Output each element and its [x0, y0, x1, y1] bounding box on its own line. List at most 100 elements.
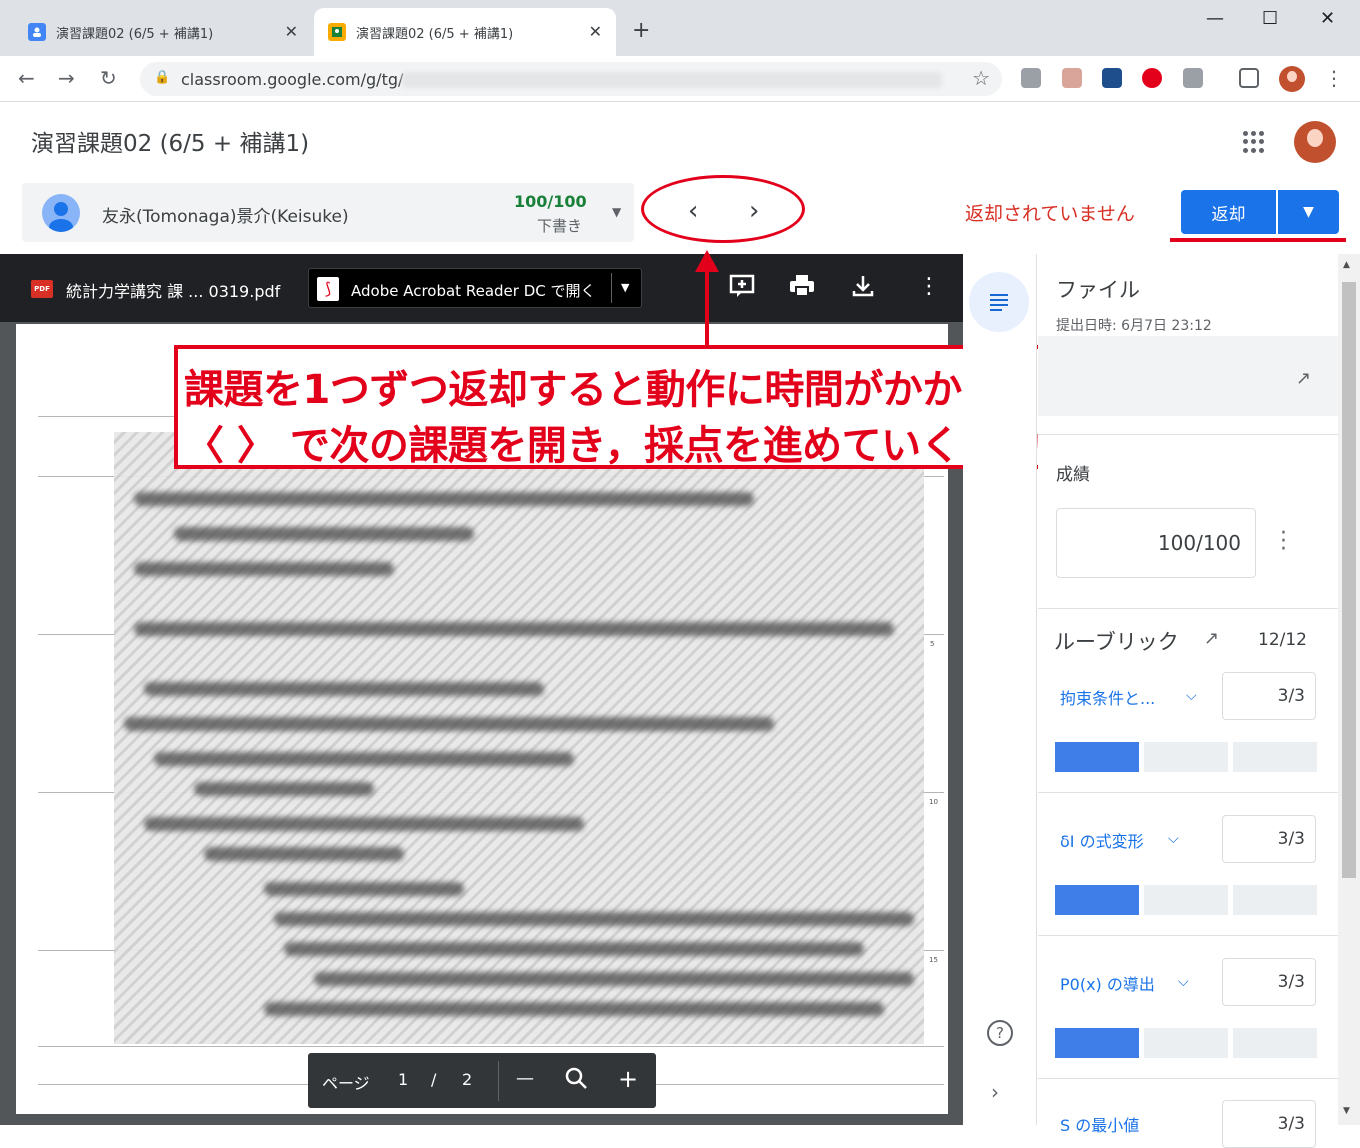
rubric-level[interactable] [1055, 1028, 1139, 1058]
chrome-menu-icon[interactable]: ⋮ [1324, 66, 1344, 90]
criterion-score[interactable]: 3/3 [1222, 672, 1316, 720]
url-text: classroom.google.com/g/tg/ [181, 70, 404, 89]
student-grade: 100/100 [514, 192, 587, 211]
divider [1038, 608, 1338, 609]
tab-1-label: 演習課題02 (6/5 + 補講1) [56, 26, 214, 42]
new-tab-button[interactable]: + [632, 18, 650, 43]
student-avatar [42, 194, 80, 232]
rubric-level[interactable] [1233, 742, 1317, 772]
pdf-toolbar: PDF 統計力学講究 課 ... 0319.pdf ⟆ Adobe Acroba… [0, 254, 963, 322]
student-name: 友永(Tomonaga)景介(Keisuke) [102, 207, 349, 227]
criterion-name[interactable]: P0(x) の導出 [1060, 971, 1155, 995]
minimize-button[interactable]: — [1206, 8, 1224, 29]
submission-time: 提出日時: 6月7日 23:12 [1056, 318, 1212, 334]
bookmark-star-icon[interactable]: ☆ [972, 66, 990, 90]
acrobat-extension-icon[interactable] [1062, 68, 1082, 88]
maximize-button[interactable]: ☐ [1262, 8, 1278, 29]
current-page-input[interactable]: 1 [398, 1070, 408, 1089]
tab-1-close-icon[interactable]: ✕ [285, 22, 298, 41]
redacted-handwriting [114, 432, 924, 1044]
rubric-level[interactable] [1055, 885, 1139, 915]
drive-extension-icon[interactable] [1021, 68, 1041, 88]
close-window-button[interactable]: ✕ [1320, 8, 1335, 29]
classroom-favicon-icon [28, 23, 46, 41]
scroll-up-icon[interactable]: ▲ [1343, 260, 1350, 270]
classroom-favicon-icon [328, 23, 346, 41]
criterion-score[interactable]: 3/3 [1222, 815, 1316, 863]
chevron-down-icon[interactable]: ⌵ [1178, 974, 1189, 990]
profile-avatar[interactable] [1279, 66, 1305, 92]
acrobat-icon: ⟆ [317, 277, 339, 301]
account-avatar[interactable] [1294, 121, 1336, 163]
reload-button[interactable]: ↻ [100, 66, 117, 90]
tab-2-close-icon[interactable]: ✕ [589, 22, 602, 41]
lock-extension-icon[interactable] [1102, 68, 1122, 88]
zoom-out-button[interactable]: — [516, 1068, 534, 1089]
browser-tab-2[interactable]: 演習課題02 (6/5 + 補講1) ✕ [314, 8, 616, 56]
rubric-level[interactable] [1233, 885, 1317, 915]
help-icon[interactable]: ? [987, 1020, 1013, 1046]
annotation-underline [1170, 238, 1346, 242]
criterion-name[interactable]: S の最小値 [1060, 1112, 1139, 1136]
student-selector[interactable]: 友永(Tomonaga)景介(Keisuke) 100/100 下書き ▼ [22, 183, 634, 242]
open-with-button[interactable]: ⟆ Adobe Acrobat Reader DC で開く ▼ [308, 268, 642, 308]
scrollbar-thumb[interactable] [1342, 282, 1356, 878]
chevron-down-icon[interactable]: ▼ [621, 281, 629, 294]
panel-scrollbar[interactable]: ▲ ▼ [1338, 254, 1360, 1125]
grade-status: 下書き [537, 217, 583, 235]
rubric-level[interactable] [1144, 742, 1228, 772]
rubric-level[interactable] [1144, 885, 1228, 915]
criterion-score[interactable]: 3/3 [1222, 958, 1316, 1006]
forward-button[interactable]: → [58, 66, 75, 90]
pdf-filename: 統計力学講究 課 ... 0319.pdf [66, 282, 281, 301]
grade-more-icon[interactable]: · · · [1280, 523, 1287, 561]
google-apps-icon[interactable] [1243, 131, 1265, 153]
files-panel-icon[interactable] [969, 272, 1029, 332]
scroll-down-icon[interactable]: ▼ [1343, 1106, 1350, 1116]
browser-tab-strip: 演習課題02 (6/5 + 補講1) ✕ 演習課題02 (6/5 + 補講1) … [0, 0, 1360, 56]
rubric-level[interactable] [1055, 742, 1139, 772]
annotation-line-1: 課題を1つずつ返却すると動作に時間がかかる。 [184, 367, 1041, 413]
chevron-down-icon[interactable]: ⌵ [1186, 688, 1197, 704]
open-in-new-icon[interactable]: ↗ [1296, 368, 1311, 389]
add-comment-icon[interactable] [729, 274, 755, 304]
chevron-down-icon: ▼ [1303, 204, 1314, 220]
download-icon[interactable] [851, 274, 875, 304]
rubric-level[interactable] [1144, 1028, 1228, 1058]
flag-extension-icon[interactable] [1183, 68, 1203, 88]
print-icon[interactable] [789, 274, 815, 304]
more-options-icon[interactable]: ⋮ [918, 274, 940, 299]
criterion-score-value: 3/3 [1277, 1114, 1305, 1134]
pdf-page-controls: ページ 1 / 2 — + [308, 1053, 656, 1108]
chevron-down-icon[interactable]: ⌵ [1168, 831, 1179, 847]
back-button[interactable]: ← [18, 66, 35, 90]
criterion-name[interactable]: 拘束条件と... [1060, 685, 1155, 709]
page-title: 演習課題02 (6/5 + 補講1) [31, 131, 310, 157]
criterion-score-value: 3/3 [1277, 972, 1305, 992]
cast-icon[interactable] [1239, 68, 1259, 88]
grade-input[interactable]: 100/100 [1056, 508, 1256, 578]
url-redacted [402, 72, 942, 88]
annotation-ellipse [641, 175, 805, 243]
divider [1038, 1078, 1338, 1079]
address-bar[interactable]: 🔒 classroom.google.com/g/tg/ ☆ [140, 62, 1002, 96]
browser-tab-1[interactable]: 演習課題02 (6/5 + 補講1) ✕ [14, 8, 312, 56]
rubric-level[interactable] [1233, 1028, 1317, 1058]
return-button[interactable]: 返却 [1181, 190, 1276, 234]
divider [611, 273, 612, 303]
file-card[interactable]: ↗ [1038, 336, 1338, 416]
red-extension-icon[interactable] [1142, 68, 1162, 88]
divider [498, 1061, 499, 1101]
line-number: 10 [929, 798, 938, 806]
chevron-down-icon[interactable]: ▼ [612, 205, 621, 219]
criterion-score[interactable]: 3/3 [1222, 1100, 1316, 1148]
criterion-name[interactable]: δI の式変形 [1060, 828, 1144, 852]
grade-label: 成績 [1056, 465, 1090, 485]
return-options-button[interactable]: ▼ [1278, 190, 1339, 234]
zoom-icon[interactable] [564, 1066, 588, 1095]
page-separator: / [431, 1070, 437, 1089]
chevron-right-icon[interactable]: › [991, 1080, 999, 1104]
zoom-in-button[interactable]: + [618, 1065, 638, 1093]
tab-2-label: 演習課題02 (6/5 + 補講1) [356, 26, 514, 42]
open-in-new-icon[interactable]: ↗ [1204, 628, 1219, 649]
